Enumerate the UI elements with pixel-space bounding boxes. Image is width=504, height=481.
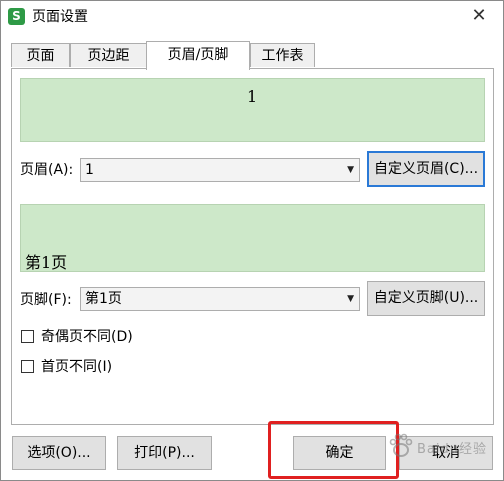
dialog-title: 页面设置 [32, 9, 88, 25]
custom-footer-button[interactable]: 自定义页脚(U)... [367, 281, 485, 316]
footer-preview: 第1页 [20, 204, 485, 272]
app-icon: S [8, 8, 25, 25]
odd-even-checkbox[interactable] [21, 330, 34, 343]
print-button[interactable]: 打印(P)... [117, 436, 212, 470]
tab-header-footer[interactable]: 页眉/页脚 [146, 41, 250, 70]
custom-header-button[interactable]: 自定义页眉(C)... [367, 151, 485, 187]
footer-select-value: 第1页 [85, 291, 122, 307]
header-footer-panel: 1 页眉(A): 1 ▼ 自定义页眉(C)... 第1页 页脚(F): 第1页 … [11, 68, 494, 425]
title-bar: S 页面设置 ✕ [1, 1, 503, 33]
header-preview: 1 [20, 78, 485, 142]
footer-select[interactable]: 第1页 ▼ [80, 287, 360, 311]
footer-label: 页脚(F): [20, 292, 72, 308]
highlight-annotation [268, 421, 399, 479]
header-select[interactable]: 1 ▼ [80, 158, 360, 182]
header-preview-text: 1 [247, 87, 258, 106]
chevron-down-icon: ▼ [347, 294, 354, 304]
footer-preview-text: 第1页 [25, 253, 68, 272]
paw-icon [389, 433, 413, 457]
first-page-label: 首页不同(I) [41, 359, 113, 375]
tab-page[interactable]: 页面 [11, 43, 70, 67]
options-button[interactable]: 选项(O)... [12, 436, 106, 470]
chevron-down-icon: ▼ [347, 165, 354, 175]
close-icon[interactable]: ✕ [469, 5, 489, 27]
page-setup-dialog: S 页面设置 ✕ 页面 页边距 页眉/页脚 工作表 1 页眉(A): 1 ▼ 自… [0, 0, 504, 481]
tab-sheet[interactable]: 工作表 [250, 43, 315, 67]
header-select-value: 1 [85, 162, 94, 178]
baidu-watermark: Baidu经验 [387, 426, 503, 466]
watermark-text: Baidu经验 [417, 442, 487, 457]
header-label: 页眉(A): [20, 162, 74, 178]
odd-even-label: 奇偶页不同(D) [41, 329, 133, 345]
first-page-checkbox[interactable] [21, 360, 34, 373]
tab-margins[interactable]: 页边距 [70, 43, 147, 67]
